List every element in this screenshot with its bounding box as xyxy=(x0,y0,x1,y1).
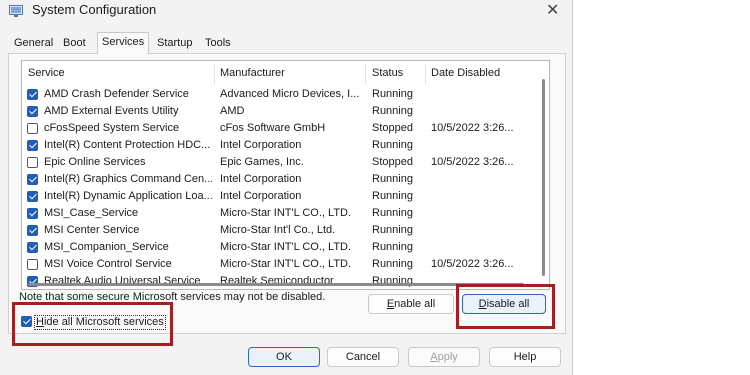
service-checkbox[interactable] xyxy=(27,123,38,134)
status: Running xyxy=(372,224,413,236)
table-row[interactable]: MSI Center Service Micro-Star Int'l Co., … xyxy=(22,222,537,239)
help-button[interactable]: Help xyxy=(489,347,561,367)
service-checkbox[interactable] xyxy=(27,174,38,185)
manufacturer: Micro-Star INT'L CO., LTD. xyxy=(220,207,352,219)
status: Running xyxy=(372,105,413,117)
vertical-scrollbar[interactable] xyxy=(537,61,549,289)
manufacturer: Intel Corporation xyxy=(220,139,302,151)
date-disabled: 10/5/2022 3:26... xyxy=(431,258,514,270)
apply-button[interactable]: Apply xyxy=(408,347,480,367)
manufacturer: Epic Games, Inc. xyxy=(220,156,304,168)
service-name: Epic Online Services xyxy=(44,156,146,168)
table-row[interactable]: MSI_Case_Service Micro-Star INT'L CO., LT… xyxy=(22,205,537,222)
window-title: System Configuration xyxy=(32,2,157,17)
manufacturer: Intel Corporation xyxy=(220,190,302,202)
status: Running xyxy=(372,173,413,185)
status: Running xyxy=(372,190,413,202)
header-service[interactable]: Service xyxy=(28,67,65,79)
title-bar: System Configuration ✕ xyxy=(0,0,572,24)
table-row[interactable]: Intel(R) Content Protection HDC... Intel … xyxy=(22,137,537,154)
service-name: MSI Center Service xyxy=(44,224,140,236)
service-name: cFosSpeed System Service xyxy=(44,122,180,134)
highlight-disable-all xyxy=(456,284,555,329)
service-name: Intel(R) Dynamic Application Loa... xyxy=(44,190,212,202)
manufacturer: Micro-Star INT'L CO., LTD. xyxy=(220,241,352,253)
service-name: AMD External Events Utility xyxy=(44,105,179,117)
date-disabled: 10/5/2022 3:26... xyxy=(431,156,514,168)
header-status[interactable]: Status xyxy=(372,67,403,79)
status: Running xyxy=(372,207,413,219)
service-checkbox[interactable] xyxy=(27,157,38,168)
manufacturer: Advanced Micro Devices, I... xyxy=(220,88,360,100)
tab-services[interactable]: Services xyxy=(97,32,150,54)
table-row[interactable]: MSI_Companion_Service Micro-Star INT'L CO… xyxy=(22,239,537,256)
manufacturer: cFos Software GmbH xyxy=(220,122,326,134)
status: Stopped xyxy=(372,122,413,134)
highlight-hide-microsoft-services xyxy=(12,302,173,346)
service-name: MSI_Case_Service xyxy=(44,207,139,219)
service-name: Intel(R) Graphics Command Cen... xyxy=(44,173,212,185)
date-disabled: 10/5/2022 3:26... xyxy=(431,122,514,134)
table-row[interactable]: cFosSpeed System Service cFos Software Gm… xyxy=(22,120,537,137)
service-checkbox[interactable] xyxy=(27,191,38,202)
manufacturer: Intel Corporation xyxy=(220,173,302,185)
tab-general[interactable]: General xyxy=(10,35,57,52)
table-row[interactable]: Epic Online Services Epic Games, Inc. Stop… xyxy=(22,154,537,171)
status: Running xyxy=(372,88,413,100)
header-date-disabled[interactable]: Date Disabled xyxy=(431,67,500,79)
table-row[interactable]: AMD External Events Utility AMD Running xyxy=(22,103,537,120)
enable-all-button[interactable]: Enable all xyxy=(368,294,454,314)
status: Running xyxy=(372,139,413,151)
header-divider xyxy=(214,64,215,84)
tab-tools[interactable]: Tools xyxy=(201,35,235,52)
system-configuration-icon xyxy=(9,5,23,17)
service-checkbox[interactable] xyxy=(27,208,38,219)
table-row[interactable]: Intel(R) Graphics Command Cen... Intel Co… xyxy=(22,171,537,188)
tab-boot[interactable]: Boot xyxy=(59,35,90,52)
service-checkbox[interactable] xyxy=(27,89,38,100)
manufacturer: Micro-Star Int'l Co., Ltd. xyxy=(220,224,336,236)
tab-startup[interactable]: Startup xyxy=(153,35,196,52)
status: Stopped xyxy=(372,156,413,168)
horizontal-scrollbar-thumb[interactable] xyxy=(28,283,524,286)
header-manufacturer[interactable]: Manufacturer xyxy=(220,67,285,79)
table-row[interactable]: MSI Voice Control Service Micro-Star INT'… xyxy=(22,256,537,273)
manufacturer: AMD xyxy=(220,105,245,117)
service-checkbox[interactable] xyxy=(27,106,38,117)
services-list[interactable]: Service Manufacturer Status Date Disable… xyxy=(21,60,550,290)
close-icon[interactable]: ✕ xyxy=(546,0,559,20)
service-checkbox[interactable] xyxy=(27,259,38,270)
service-name: Intel(R) Content Protection HDC... xyxy=(44,139,211,151)
status: Running xyxy=(372,241,413,253)
cancel-button[interactable]: Cancel xyxy=(327,347,399,367)
service-checkbox[interactable] xyxy=(27,225,38,236)
service-name: MSI_Companion_Service xyxy=(44,241,169,253)
service-name: MSI Voice Control Service xyxy=(44,258,172,270)
ok-button[interactable]: OK xyxy=(248,347,320,367)
status: Running xyxy=(372,258,413,270)
header-divider xyxy=(425,64,426,84)
list-header: Service Manufacturer Status Date Disable… xyxy=(22,61,537,86)
scrollbar-thumb[interactable] xyxy=(542,79,545,276)
table-row[interactable]: Intel(R) Dynamic Application Loa... Intel… xyxy=(22,188,537,205)
manufacturer: Micro-Star INT'L CO., LTD. xyxy=(220,258,352,270)
service-checkbox[interactable] xyxy=(27,140,38,151)
table-row[interactable]: AMD Crash Defender Service Advanced Micro… xyxy=(22,86,537,103)
header-divider xyxy=(365,64,366,84)
service-name: AMD Crash Defender Service xyxy=(44,88,189,100)
service-checkbox[interactable] xyxy=(27,242,38,253)
